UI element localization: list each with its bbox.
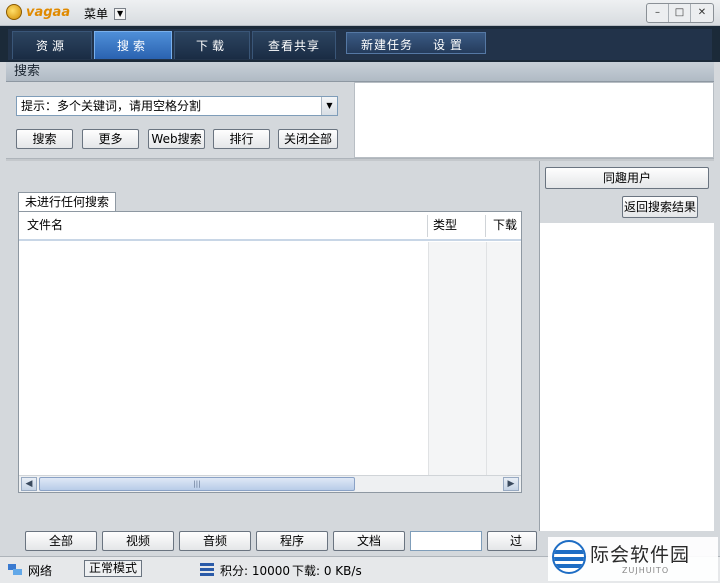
filter-input[interactable] [410, 531, 482, 551]
filter-video-button[interactable]: 视频 [102, 531, 174, 551]
column-download[interactable]: 下载 [487, 212, 521, 239]
close-all-button[interactable]: 关闭全部 [278, 129, 338, 149]
nav-tools-group: 新建任务 设置 [346, 32, 486, 54]
search-input[interactable]: 提示：多个关键词，请用空格分割 ▼ [16, 96, 338, 116]
filter-program-button[interactable]: 程序 [256, 531, 328, 551]
window-controls: – □ ✕ [646, 3, 714, 23]
search-panel: 提示：多个关键词，请用空格分割 ▼ 搜索 更多 Web搜索 排行 关闭全部 [6, 82, 354, 158]
type-column-body [428, 242, 486, 477]
watermark-logo-icon [552, 540, 586, 574]
app-logo: vagaa [6, 4, 70, 20]
scroll-left-icon[interactable]: ◀ [21, 477, 37, 491]
tab-resources[interactable]: 资源 [12, 31, 92, 59]
search-side-area [354, 82, 714, 158]
horizontal-scrollbar[interactable]: ◀ ||| ▶ [19, 475, 521, 492]
section-header: 搜索 [6, 62, 714, 82]
vagaa-logo-icon [6, 4, 22, 20]
settings-button[interactable]: 设置 [433, 36, 467, 53]
nav-bar: 资源 搜索 下载 查看共享 新建任务 设置 [0, 26, 720, 62]
results-tab[interactable]: 未进行任何搜索 [18, 192, 117, 212]
search-button[interactable]: 搜索 [16, 129, 73, 149]
points-status: 积分: 10000 [220, 564, 291, 578]
level-bars-icon [200, 563, 214, 576]
filter-document-button[interactable]: 文档 [333, 531, 405, 551]
close-icon[interactable]: ✕ [691, 4, 713, 22]
ranking-button[interactable]: 排行 [213, 129, 270, 149]
network-status: 网络 [28, 564, 53, 578]
more-button[interactable]: 更多 [82, 129, 139, 149]
filter-all-button[interactable]: 全部 [25, 531, 97, 551]
minimize-icon[interactable]: – [647, 4, 669, 22]
same-interest-users-button[interactable]: 同趣用户 [545, 167, 709, 189]
title-bar: vagaa 菜单 ▼ – □ ✕ [0, 0, 720, 26]
right-panel: 同趣用户 返回搜索结果 [539, 161, 715, 531]
scroll-thumb[interactable]: ||| [39, 477, 355, 491]
watermark-text: 际会软件园 [590, 544, 691, 566]
download-column-body [486, 242, 521, 477]
filter-audio-button[interactable]: 音频 [179, 531, 251, 551]
download-speed-status: 下载: 0 KB/s [292, 564, 362, 578]
list-header: 文件名 类型 下载 [19, 212, 521, 241]
filter-go-button[interactable]: 过 [487, 531, 537, 551]
chevron-down-icon[interactable]: ▼ [114, 7, 127, 20]
scroll-right-icon[interactable]: ▶ [503, 477, 519, 491]
new-task-button[interactable]: 新建任务 [361, 36, 413, 53]
logo-text: vagaa [26, 4, 71, 20]
column-type[interactable]: 类型 [427, 212, 485, 239]
search-hint: 提示：多个关键词，请用空格分割 [21, 99, 202, 113]
mode-status[interactable]: 正常模式 [84, 560, 143, 577]
results-list[interactable]: 文件名 类型 下载 ◀ ||| ▶ [18, 211, 522, 493]
tab-search[interactable]: 搜索 [94, 31, 172, 59]
back-to-results-button[interactable]: 返回搜索结果 [622, 196, 698, 218]
watermark-subtext: ZUJHUITO [622, 566, 670, 575]
web-search-button[interactable]: Web搜索 [148, 129, 205, 149]
tab-download[interactable]: 下载 [174, 31, 250, 59]
column-divider[interactable] [485, 215, 486, 237]
right-panel-toolbar: 同趣用户 返回搜索结果 [540, 161, 715, 223]
menu-label: 菜单 [84, 7, 109, 21]
network-icon [8, 564, 22, 575]
maximize-icon[interactable]: □ [669, 4, 691, 22]
watermark: 际会软件园 ZUJHUITO [548, 537, 718, 581]
main-menu[interactable]: 菜单 ▼ [84, 5, 127, 22]
column-filename[interactable]: 文件名 [21, 212, 425, 239]
tab-view-shared[interactable]: 查看共享 [252, 31, 336, 59]
chevron-down-icon[interactable]: ▼ [321, 97, 337, 115]
